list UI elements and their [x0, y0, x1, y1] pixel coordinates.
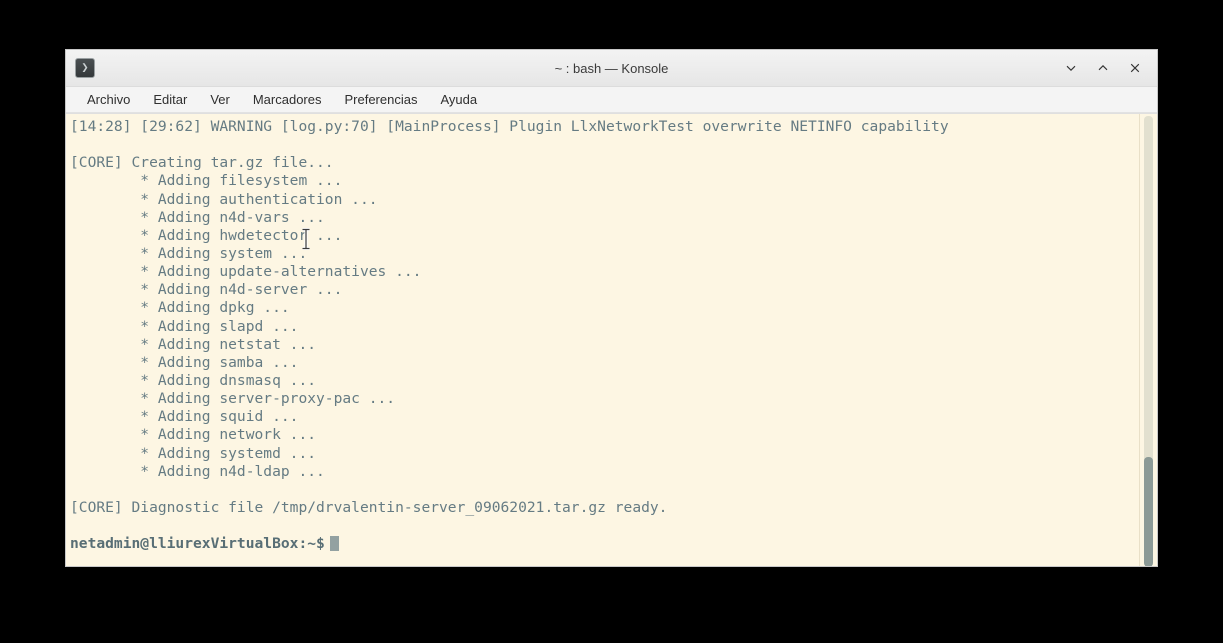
terminal-line — [70, 136, 1139, 154]
window-title: ~ : bash — Konsole — [66, 61, 1157, 76]
terminal-line: * Adding systemd ... — [70, 445, 1139, 463]
terminal-line — [70, 517, 1139, 535]
terminal-line: * Adding update-alternatives ... — [70, 263, 1139, 281]
vertical-scrollbar[interactable] — [1139, 114, 1157, 566]
terminal-line: * Adding netstat ... — [70, 336, 1139, 354]
terminal-line: [14:28] [29:62] WARNING [log.py:70] [Mai… — [70, 118, 1139, 136]
terminal-prompt-line: netadmin@lliurexVirtualBox:~$ — [70, 535, 1139, 553]
terminal-line: * Adding network ... — [70, 426, 1139, 444]
terminal-line: [CORE] Diagnostic file /tmp/drvalentin-s… — [70, 499, 1139, 517]
terminal-line: * Adding n4d-vars ... — [70, 209, 1139, 227]
terminal-line: * Adding squid ... — [70, 408, 1139, 426]
terminal-line: * Adding system ... — [70, 245, 1139, 263]
terminal-line: [CORE] Creating tar.gz file... — [70, 154, 1139, 172]
maximize-button[interactable] — [1092, 57, 1114, 79]
close-button[interactable] — [1124, 57, 1146, 79]
scrollbar-thumb[interactable] — [1144, 457, 1153, 566]
terminal-prompt-glyph: ❯ — [81, 62, 88, 74]
chevron-down-icon — [1064, 61, 1078, 75]
menu-bar: Archivo Editar Ver Marcadores Preferenci… — [66, 87, 1157, 113]
menu-item-ver[interactable]: Ver — [201, 90, 239, 109]
terminal-line: * Adding samba ... — [70, 354, 1139, 372]
title-bar[interactable]: ❯ ~ : bash — Konsole — [66, 50, 1157, 87]
terminal-line: * Adding n4d-ldap ... — [70, 463, 1139, 481]
terminal-line: * Adding hwdetector ... — [70, 227, 1139, 245]
shell-prompt: netadmin@lliurexVirtualBox:~$ — [70, 535, 325, 552]
terminal-line: * Adding n4d-server ... — [70, 281, 1139, 299]
menu-item-ayuda[interactable]: Ayuda — [431, 90, 486, 109]
close-icon — [1128, 61, 1142, 75]
terminal-prompt-icon[interactable]: ❯ — [75, 58, 95, 78]
terminal-line: * Adding authentication ... — [70, 191, 1139, 209]
minimize-button[interactable] — [1060, 57, 1082, 79]
menu-item-editar[interactable]: Editar — [144, 90, 196, 109]
chevron-up-icon — [1096, 61, 1110, 75]
terminal-line — [70, 481, 1139, 499]
konsole-window: ❯ ~ : bash — Konsole Archivo Edita — [65, 49, 1158, 567]
menu-item-marcadores[interactable]: Marcadores — [244, 90, 331, 109]
terminal-line: * Adding filesystem ... — [70, 172, 1139, 190]
terminal-area: [14:28] [29:62] WARNING [log.py:70] [Mai… — [66, 113, 1157, 566]
menu-item-preferencias[interactable]: Preferencias — [335, 90, 426, 109]
terminal-line: * Adding dpkg ... — [70, 299, 1139, 317]
window-controls — [1060, 57, 1157, 79]
terminal-output[interactable]: [14:28] [29:62] WARNING [log.py:70] [Mai… — [66, 114, 1139, 566]
menu-item-archivo[interactable]: Archivo — [78, 90, 139, 109]
terminal-line: * Adding server-proxy-pac ... — [70, 390, 1139, 408]
terminal-line: * Adding slapd ... — [70, 318, 1139, 336]
text-cursor — [330, 536, 339, 551]
terminal-line: * Adding dnsmasq ... — [70, 372, 1139, 390]
